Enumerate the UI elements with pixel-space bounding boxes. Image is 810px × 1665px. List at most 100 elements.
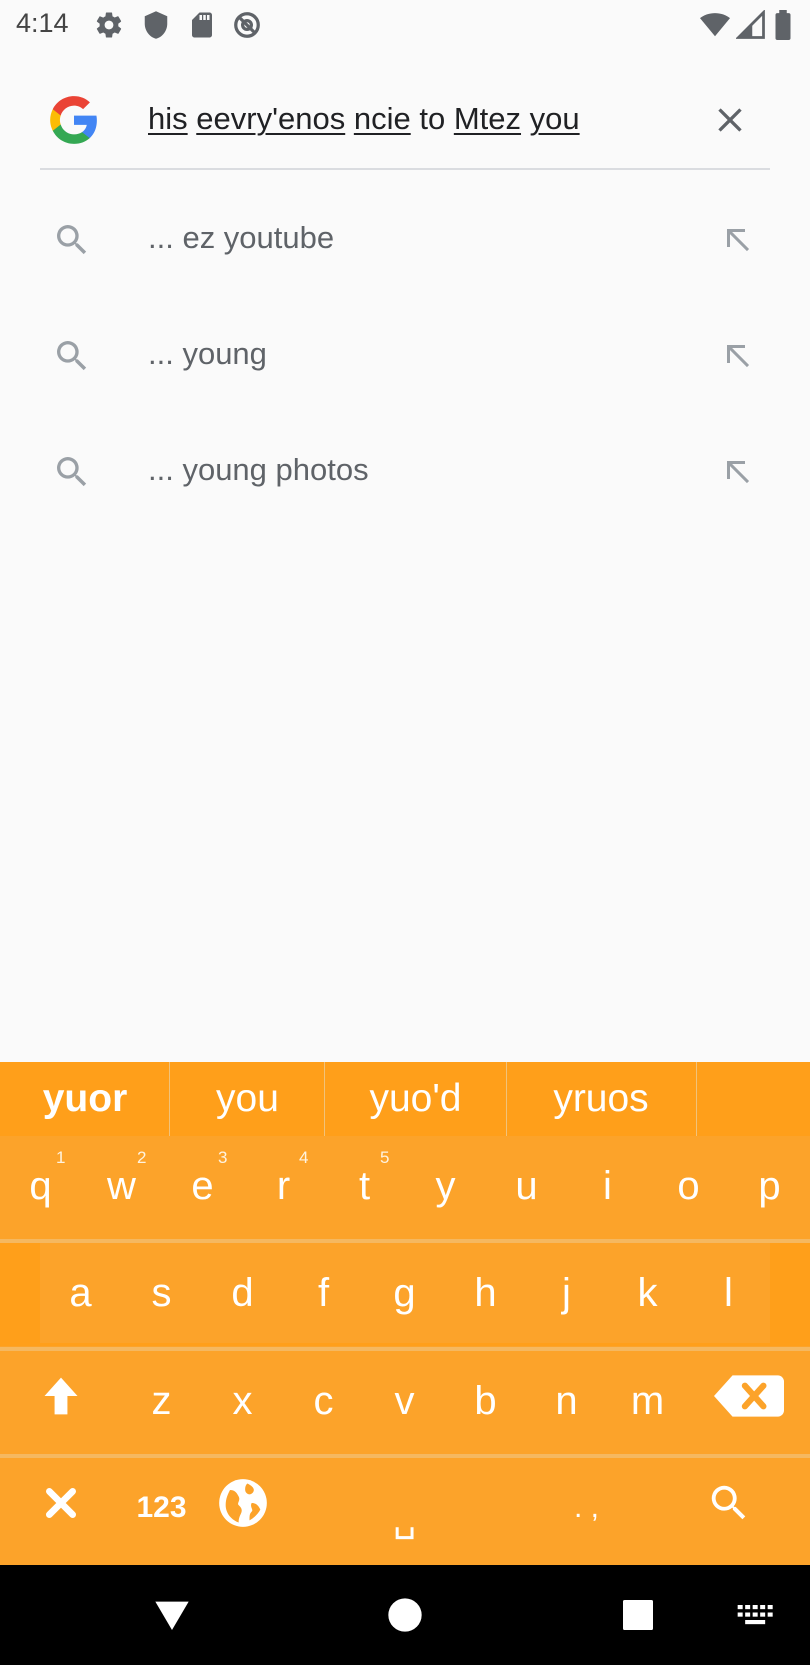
key-hint: 1: [56, 1148, 66, 1167]
search-input[interactable]: his eevry'enos ncie to Mtez you: [148, 101, 580, 137]
sd-card-icon: [187, 10, 217, 40]
search-icon: [706, 1480, 752, 1536]
shield-icon: [141, 10, 171, 40]
key-label: d: [231, 1270, 254, 1315]
battery-icon: [772, 10, 796, 40]
cell-signal-icon: [736, 10, 766, 40]
candidate-word[interactable]: yuor: [0, 1062, 170, 1136]
key-label: z: [151, 1378, 172, 1423]
key-label: t: [358, 1163, 371, 1208]
soft-keyboard: yuor you yuo'd yruos 1q 2w 3e 4r 5t y u …: [0, 1062, 810, 1565]
google-logo-icon: [48, 94, 100, 146]
key-z[interactable]: z: [121, 1351, 202, 1451]
home-circle-icon[interactable]: [385, 1595, 425, 1635]
key-n[interactable]: n: [526, 1351, 607, 1451]
key-h[interactable]: h: [445, 1243, 526, 1343]
navigation-bar: [0, 1565, 810, 1665]
shift-arrow-icon: [39, 1374, 83, 1428]
suggestion-text: ... young photos: [148, 452, 369, 487]
language-key[interactable]: [202, 1458, 283, 1558]
at-sign-icon: [232, 10, 262, 40]
search-action-key[interactable]: [647, 1458, 810, 1558]
key-label: o: [677, 1163, 700, 1208]
search-icon: [52, 220, 92, 260]
close-keyboard-key[interactable]: [0, 1458, 121, 1558]
key-w[interactable]: 2w: [81, 1136, 162, 1236]
candidate-divider: [696, 1062, 697, 1136]
key-o[interactable]: o: [648, 1136, 729, 1236]
key-b[interactable]: b: [445, 1351, 526, 1451]
back-triangle-icon[interactable]: [152, 1595, 192, 1635]
search-icon: [52, 452, 92, 492]
backspace-icon: [714, 1375, 784, 1427]
query-word: eevry'enos: [196, 101, 346, 136]
key-label: a: [69, 1270, 92, 1315]
key-t[interactable]: 5t: [324, 1136, 405, 1236]
fill-query-arrow-icon[interactable]: [718, 220, 754, 256]
suggestion-item[interactable]: ... ez youtube: [0, 182, 810, 298]
key-i[interactable]: i: [567, 1136, 648, 1236]
key-label: u: [515, 1163, 538, 1208]
key-l[interactable]: l: [688, 1243, 769, 1343]
punctuation-key[interactable]: . ,: [526, 1458, 647, 1558]
fill-query-arrow-icon[interactable]: [718, 336, 754, 372]
key-j[interactable]: j: [526, 1243, 607, 1343]
key-g[interactable]: g: [364, 1243, 445, 1343]
search-bar: his eevry'enos ncie to Mtez you: [40, 70, 770, 170]
key-label: v: [394, 1378, 415, 1423]
key-e[interactable]: 3e: [162, 1136, 243, 1236]
candidate-word[interactable]: yruos: [506, 1062, 696, 1136]
candidate-bar: yuor you yuo'd yruos: [0, 1062, 810, 1136]
key-hint: 2: [137, 1148, 147, 1167]
key-label: b: [474, 1378, 497, 1423]
key-hint: 4: [299, 1148, 309, 1167]
keyboard-switch-icon[interactable]: [736, 1595, 776, 1635]
key-label: h: [474, 1270, 497, 1315]
key-d[interactable]: d: [202, 1243, 283, 1343]
key-c[interactable]: c: [283, 1351, 364, 1451]
key-k[interactable]: k: [607, 1243, 688, 1343]
key-v[interactable]: v: [364, 1351, 445, 1451]
backspace-key[interactable]: [688, 1351, 810, 1451]
status-time: 4:14: [16, 8, 69, 38]
numbers-key[interactable]: 123: [121, 1458, 202, 1558]
key-m[interactable]: m: [607, 1351, 688, 1451]
search-icon: [52, 336, 92, 376]
key-u[interactable]: u: [486, 1136, 567, 1236]
key-label: y: [435, 1163, 456, 1208]
key-p[interactable]: p: [729, 1136, 810, 1236]
key-label: w: [107, 1163, 136, 1208]
query-word: his: [148, 101, 188, 136]
suggestion-text: ... young: [148, 336, 267, 371]
key-hint: 3: [218, 1148, 228, 1167]
space-key[interactable]: ␣: [283, 1458, 526, 1558]
shift-key[interactable]: [0, 1351, 121, 1451]
key-r[interactable]: 4r: [243, 1136, 324, 1236]
key-x[interactable]: x: [202, 1351, 283, 1451]
key-label: i: [603, 1163, 612, 1208]
candidate-word[interactable]: yuo'd: [325, 1062, 506, 1136]
candidate-word[interactable]: you: [170, 1062, 325, 1136]
key-label: j: [562, 1270, 571, 1315]
key-row-4: 123 ␣ . ,: [0, 1458, 810, 1565]
key-row-3: z x c v b n m: [0, 1351, 810, 1454]
key-label: p: [758, 1163, 781, 1208]
key-y[interactable]: y: [405, 1136, 486, 1236]
suggestion-item[interactable]: ... young photos: [0, 414, 810, 530]
key-label: g: [393, 1270, 416, 1315]
recents-square-icon[interactable]: [618, 1595, 658, 1635]
key-label: 123: [136, 1491, 187, 1524]
key-s[interactable]: s: [121, 1243, 202, 1343]
close-icon: [41, 1483, 81, 1533]
wifi-icon: [700, 10, 730, 40]
key-label: n: [555, 1378, 578, 1423]
key-label: m: [630, 1378, 665, 1423]
suggestion-item[interactable]: ... young: [0, 298, 810, 414]
key-f[interactable]: f: [283, 1243, 364, 1343]
key-a[interactable]: a: [40, 1243, 121, 1343]
key-row-2: a s d f g h j k l: [0, 1243, 810, 1346]
key-q[interactable]: 1q: [0, 1136, 81, 1236]
fill-query-arrow-icon[interactable]: [718, 452, 754, 488]
clear-search-button[interactable]: [710, 100, 750, 140]
key-label: e: [191, 1163, 214, 1208]
